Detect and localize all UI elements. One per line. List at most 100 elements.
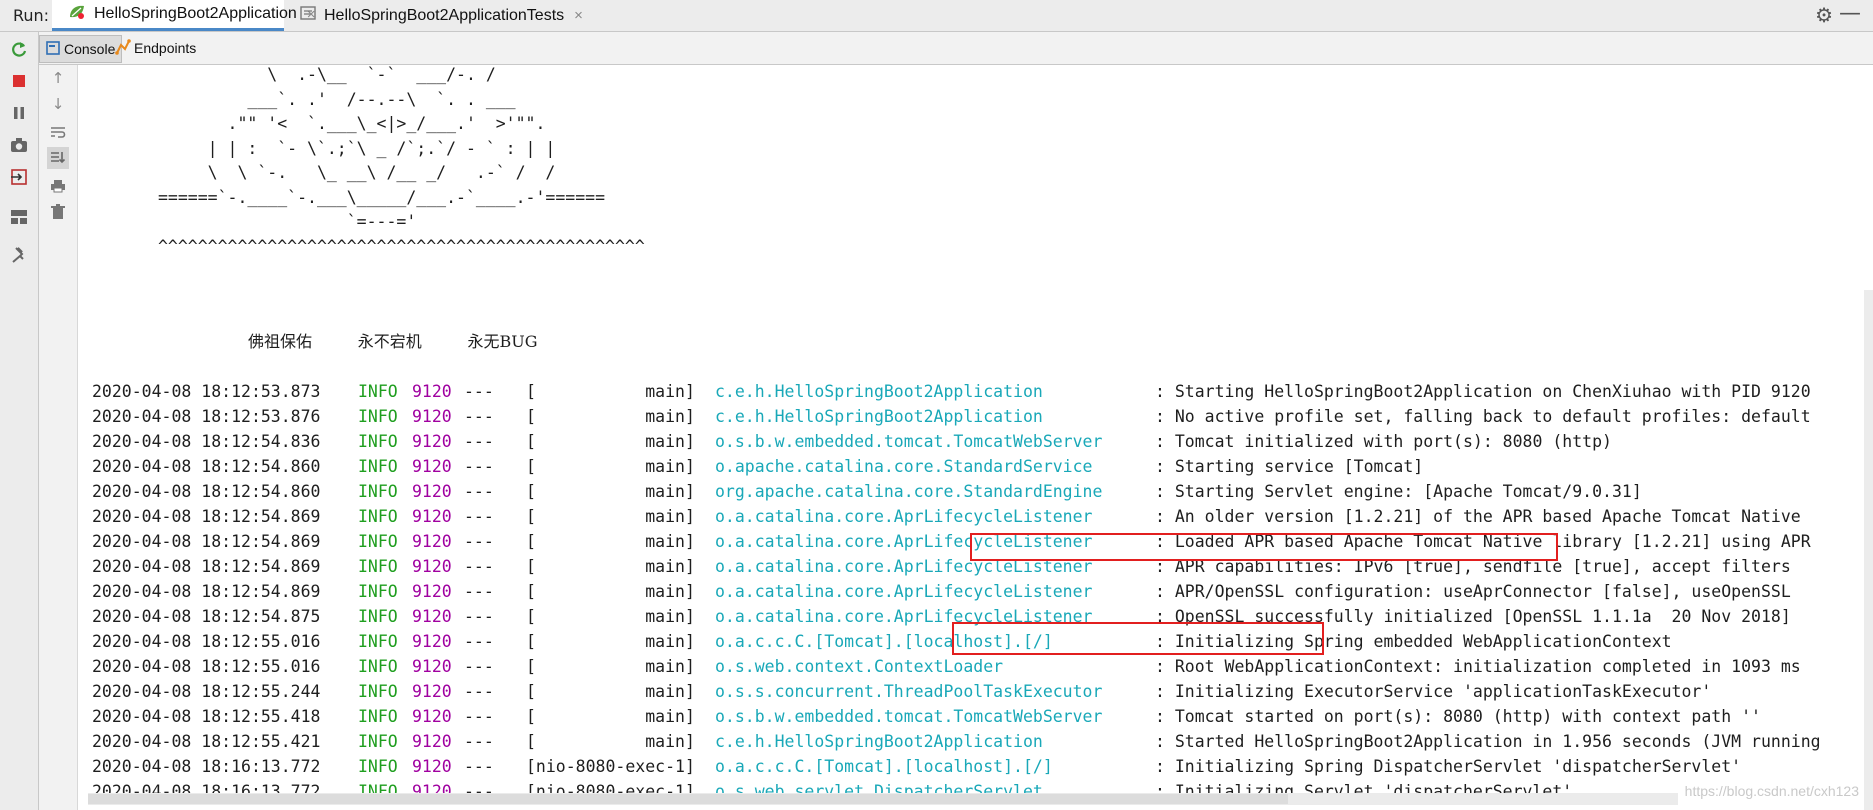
tab-endpoints[interactable]: Endpoints: [109, 35, 202, 61]
rerun-icon[interactable]: [8, 38, 30, 60]
log-pid: 9120: [412, 407, 452, 426]
horizontal-scrollbar[interactable]: [88, 793, 1678, 805]
log-pid: 9120: [412, 632, 452, 651]
ascii-line: | | : `- \`.;`\ _ /`;.`/ - ` : | |: [158, 138, 556, 158]
log-message: : Starting service [Tomcat]: [1155, 457, 1424, 476]
print-icon[interactable]: [47, 175, 69, 197]
log-pid: 9120: [412, 457, 452, 476]
log-separator: ---: [464, 482, 494, 501]
log-pid: 9120: [412, 607, 452, 626]
log-level: INFO: [358, 657, 398, 676]
ascii-line: \ .-\__ `-` ___/-. /: [158, 65, 496, 84]
log-message: : Root WebApplicationContext: initializa…: [1155, 657, 1801, 676]
log-timestamp: 2020-04-08 18:12:54.860: [92, 482, 321, 501]
run-label: Run:: [13, 6, 50, 25]
log-logger: o.a.c.c.C.[Tomcat].[localhost].[/]: [715, 757, 1053, 776]
log-separator: ---: [464, 632, 494, 651]
test-run-icon: [300, 5, 316, 26]
log-separator: ---: [464, 682, 494, 701]
log-thread: [ main]: [526, 607, 695, 626]
log-timestamp: 2020-04-08 18:16:13.772: [92, 757, 321, 776]
log-thread: [ main]: [526, 732, 695, 751]
tab-label: Endpoints: [134, 40, 197, 56]
log-thread: [ main]: [526, 707, 695, 726]
console-icon: [46, 40, 60, 58]
log-pid: 9120: [412, 682, 452, 701]
log-level: INFO: [358, 457, 398, 476]
scroll-to-end-icon[interactable]: [47, 147, 69, 169]
tab-hello-spring-boot2-application[interactable]: HelloSpringBoot2Application ×: [52, 0, 316, 31]
log-separator: ---: [464, 657, 494, 676]
log-thread: [ main]: [526, 632, 695, 651]
log-separator: ---: [464, 457, 494, 476]
log-message: : Tomcat started on port(s): 8080 (http)…: [1155, 707, 1761, 726]
log-logger: c.e.h.HelloSpringBoot2Application: [715, 382, 1043, 401]
soft-wrap-icon[interactable]: [47, 121, 69, 143]
gear-icon[interactable]: ⚙: [1815, 3, 1833, 27]
log-logger: c.e.h.HelloSpringBoot2Application: [715, 732, 1043, 751]
arrow-up-icon[interactable]: ↑: [47, 67, 69, 89]
log-message: : Starting Servlet engine: [Apache Tomca…: [1155, 482, 1642, 501]
log-timestamp: 2020-04-08 18:12:55.244: [92, 682, 321, 701]
log-message: : Initializing Spring DispatcherServlet …: [1155, 757, 1742, 776]
log-logger: o.a.catalina.core.AprLifecycleListener: [715, 507, 1093, 526]
log-thread: [ main]: [526, 682, 695, 701]
log-pid: 9120: [412, 482, 452, 501]
ascii-line: `=---=': [158, 212, 417, 231]
tab-hello-spring-boot2-application-tests[interactable]: HelloSpringBoot2ApplicationTests ×: [300, 0, 583, 31]
log-level: INFO: [358, 732, 398, 751]
trash-icon[interactable]: [47, 201, 69, 223]
log-timestamp: 2020-04-08 18:12:55.016: [92, 657, 321, 676]
log-message: : No active profile set, falling back to…: [1155, 407, 1811, 426]
log-logger: org.apache.catalina.core.StandardEngine: [715, 482, 1103, 501]
console-tabbar: Console Endpoints: [39, 32, 1873, 65]
log-thread: [ main]: [526, 557, 695, 576]
log-pid: 9120: [412, 432, 452, 451]
scrollbar-thumb[interactable]: [88, 794, 1288, 804]
layout-icon[interactable]: [8, 206, 30, 228]
log-timestamp: 2020-04-08 18:12:54.869: [92, 557, 321, 576]
log-logger: o.s.s.concurrent.ThreadPoolTaskExecutor: [715, 682, 1103, 701]
log-separator: ---: [464, 382, 494, 401]
log-level: INFO: [358, 607, 398, 626]
exit-icon[interactable]: [8, 166, 30, 188]
log-logger: o.apache.catalina.core.StandardService: [715, 457, 1093, 476]
log-separator: ---: [464, 582, 494, 601]
camera-icon[interactable]: [8, 134, 30, 156]
pause-icon[interactable]: [8, 102, 30, 124]
vertical-scrollbar[interactable]: [1864, 290, 1873, 810]
log-message: : Started HelloSpringBoot2Application in…: [1155, 732, 1821, 751]
log-logger: c.e.h.HelloSpringBoot2Application: [715, 407, 1043, 426]
log-level: INFO: [358, 557, 398, 576]
log-message: : Tomcat initialized with port(s): 8080 …: [1155, 432, 1612, 451]
log-separator: ---: [464, 557, 494, 576]
pin-icon[interactable]: [8, 244, 30, 266]
log-thread: [ main]: [526, 482, 695, 501]
spring-leaf-icon: [68, 4, 86, 25]
run-side-toolbar: [0, 32, 39, 810]
log-message: : Initializing ExecutorService 'applicat…: [1155, 682, 1712, 701]
endpoints-icon: [115, 38, 131, 58]
log-level: INFO: [358, 707, 398, 726]
console-output[interactable]: \ .-\__ `-` ___/-. / ___`. .' /--.--\ `.…: [78, 65, 1864, 795]
log-pid: 9120: [412, 657, 452, 676]
tab-label: HelloSpringBoot2ApplicationTests: [324, 6, 565, 24]
log-message: : An older version [1.2.21] of the APR b…: [1155, 507, 1801, 526]
log-timestamp: 2020-04-08 18:12:53.876: [92, 407, 321, 426]
log-level: INFO: [358, 432, 398, 451]
log-thread: [ main]: [526, 582, 695, 601]
stop-icon[interactable]: [8, 70, 30, 92]
highlight-tomcat-started: [970, 533, 1558, 561]
close-icon[interactable]: ×: [574, 7, 583, 24]
arrow-down-icon[interactable]: ↓: [47, 93, 69, 115]
log-level: INFO: [358, 382, 398, 401]
ascii-line: ."" '< `.___\_<|>_/___.' >'"".: [158, 114, 546, 133]
log-pid: 9120: [412, 557, 452, 576]
console-side-toolbar: ↑ ↓: [39, 65, 78, 810]
watermark: https://blog.csdn.net/cxh123: [1684, 783, 1859, 799]
log-separator: ---: [464, 432, 494, 451]
highlight-completed-init: [952, 622, 1324, 655]
log-separator: ---: [464, 532, 494, 551]
minimize-icon[interactable]: —: [1839, 1, 1861, 26]
log-thread: [ main]: [526, 457, 695, 476]
